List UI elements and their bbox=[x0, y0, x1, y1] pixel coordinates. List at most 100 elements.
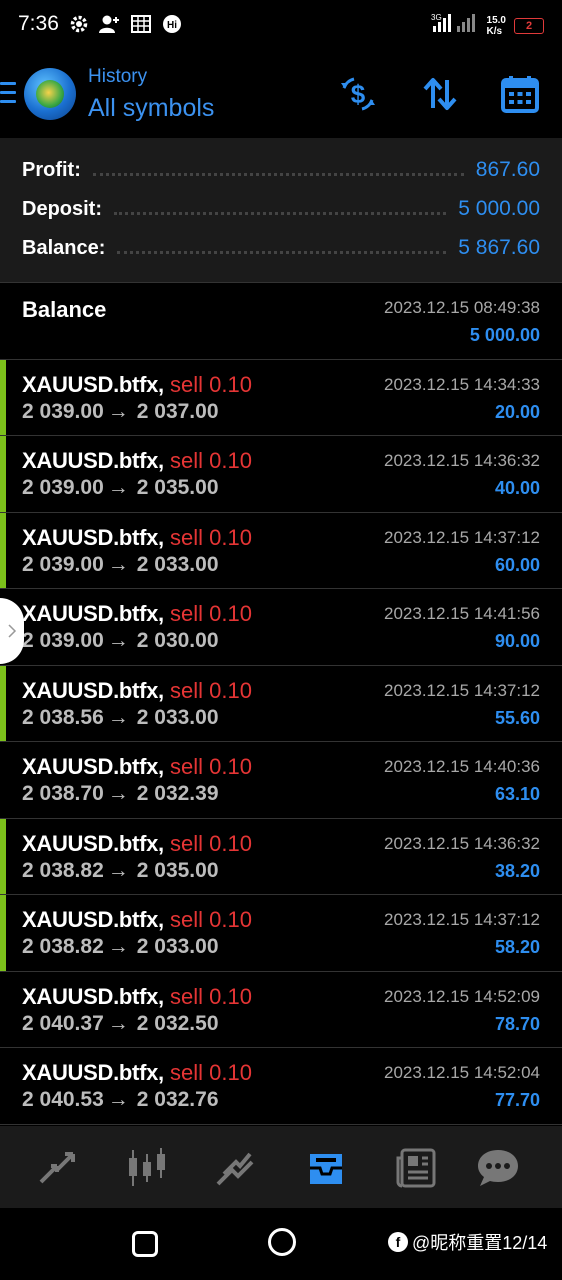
deposit-label: Deposit: bbox=[22, 197, 102, 220]
profit-value: 867.60 bbox=[475, 158, 540, 181]
header-title[interactable]: All symbols bbox=[88, 94, 214, 123]
deposit-row: Deposit: 5 000.00 bbox=[22, 194, 540, 224]
trade-open-price: 2 039.00 bbox=[22, 476, 104, 499]
trade-datetime: 2023.12.15 14:52:04 bbox=[384, 1063, 540, 1082]
chart-icon[interactable] bbox=[125, 1146, 169, 1190]
add-user-icon bbox=[99, 13, 121, 35]
trade-profit: 20.00 bbox=[494, 401, 540, 422]
trade-side-volume: sell 0.10 bbox=[169, 983, 252, 1009]
trade-close-price: 2 035.00 bbox=[136, 858, 219, 882]
home-button[interactable] bbox=[268, 1228, 296, 1256]
status-bar: 7:36 Hi 3G 15.0 K/s 2 bbox=[0, 0, 562, 52]
news-icon[interactable] bbox=[394, 1146, 438, 1190]
trade-close-price: 2 030.00 bbox=[136, 629, 219, 652]
trade-datetime: 2023.12.15 14:37:12 bbox=[384, 527, 540, 547]
status-time: 7:36 bbox=[18, 12, 59, 35]
trade-icon[interactable] bbox=[214, 1146, 258, 1190]
trade-datetime: 2023.12.15 14:37:12 bbox=[384, 680, 540, 700]
trade-side-volume: sell 0.10 bbox=[169, 371, 252, 397]
social-logo-icon: f bbox=[388, 1232, 408, 1252]
trade-open-price: 2 038.70 bbox=[22, 782, 104, 805]
profit-accent-bar bbox=[0, 895, 6, 971]
history-list: Balance 2023.12.15 08:49:38 5 000.00 XAU… bbox=[0, 283, 562, 1125]
balance-label: Balance: bbox=[22, 236, 106, 259]
trade-open-price: 2 040.53 bbox=[22, 1088, 104, 1111]
arrow-icon: → bbox=[107, 935, 129, 958]
settings-gear-icon bbox=[68, 13, 90, 35]
trade-open-price: 2 039.00 bbox=[22, 629, 104, 652]
header-subtitle: History bbox=[88, 66, 148, 87]
trade-close-price: 2 032.39 bbox=[136, 782, 219, 805]
trade-datetime: 2023.12.15 14:34:33 bbox=[384, 374, 540, 394]
arrow-icon: → bbox=[107, 705, 129, 729]
currency-filter-icon[interactable]: $ bbox=[338, 74, 378, 114]
chevron-right-icon bbox=[8, 624, 17, 638]
trade-symbol: XAUUSD.btfx, bbox=[22, 371, 164, 397]
trade-profit: 63.10 bbox=[494, 784, 540, 804]
svg-text:Hi: Hi bbox=[167, 20, 177, 31]
menu-icon[interactable] bbox=[0, 82, 16, 104]
profit-row: Profit: 867.60 bbox=[22, 155, 540, 185]
trade-row[interactable]: XAUUSD.btfx, sell 0.10 2 039.00 → 2 037.00 2… bbox=[0, 359, 562, 436]
signal-icon: 3G bbox=[431, 12, 479, 39]
trade-datetime: 2023.12.15 14:36:32 bbox=[384, 451, 540, 470]
svg-text:3G: 3G bbox=[431, 13, 442, 22]
quotes-icon[interactable] bbox=[35, 1146, 79, 1190]
trade-row[interactable]: XAUUSD.btfx, sell 0.10 2 039.00 → 2 030.00 2… bbox=[0, 589, 562, 666]
trade-row[interactable]: XAUUSD.btfx, sell 0.10 2 040.53 → 2 032.76 2… bbox=[0, 1048, 562, 1125]
trade-row[interactable]: XAUUSD.btfx, sell 0.10 2 039.00 → 2 035.00 2… bbox=[0, 436, 562, 513]
hi-app-icon: Hi bbox=[161, 13, 183, 35]
trade-open-price: 2 038.82 bbox=[22, 935, 104, 958]
trade-side-volume: sell 0.10 bbox=[169, 907, 252, 932]
trade-profit: 58.20 bbox=[494, 937, 540, 957]
trade-open-price: 2 039.00 bbox=[22, 552, 104, 576]
recent-apps-button[interactable] bbox=[132, 1231, 158, 1257]
profit-accent-bar bbox=[0, 512, 6, 588]
arrow-icon: → bbox=[107, 1011, 129, 1035]
trade-datetime: 2023.12.15 14:52:09 bbox=[384, 986, 540, 1006]
trade-profit: 77.70 bbox=[494, 1090, 540, 1110]
trade-symbol: XAUUSD.btfx, bbox=[22, 1060, 164, 1085]
trade-profit: 90.00 bbox=[494, 631, 540, 651]
history-icon[interactable] bbox=[304, 1146, 348, 1190]
bottom-tab-bar bbox=[0, 1126, 562, 1208]
balance-entry[interactable]: Balance 2023.12.15 08:49:38 5 000.00 bbox=[0, 283, 562, 360]
balance-value: 5 867.60 bbox=[458, 236, 540, 259]
trade-profit: 38.20 bbox=[494, 860, 540, 881]
balance-entry-amount: 5 000.00 bbox=[469, 325, 540, 345]
trade-datetime: 2023.12.15 14:36:32 bbox=[384, 833, 540, 853]
arrow-icon: → bbox=[107, 629, 129, 652]
trade-row[interactable]: XAUUSD.btfx, sell 0.10 2 038.70 → 2 032.39 2… bbox=[0, 742, 562, 819]
profit-accent-bar bbox=[0, 665, 6, 741]
watermark: f @昵称重置12/14 bbox=[388, 1229, 547, 1255]
trade-side-volume: sell 0.10 bbox=[169, 754, 252, 779]
trade-open-price: 2 039.00 bbox=[22, 399, 104, 423]
trade-row[interactable]: XAUUSD.btfx, sell 0.10 2 038.82 → 2 035.00 2… bbox=[0, 818, 562, 895]
trade-profit: 60.00 bbox=[494, 554, 540, 575]
sort-icon[interactable] bbox=[420, 74, 460, 114]
trade-close-price: 2 035.00 bbox=[136, 476, 219, 499]
trade-close-price: 2 033.00 bbox=[136, 552, 219, 576]
trade-open-price: 2 038.82 bbox=[22, 858, 104, 882]
network-speed: 15.0 K/s bbox=[486, 14, 506, 37]
trade-side-volume: sell 0.10 bbox=[169, 830, 252, 856]
trade-profit: 55.60 bbox=[494, 707, 540, 728]
trade-row[interactable]: XAUUSD.btfx, sell 0.10 2 040.37 → 2 032.50 2… bbox=[0, 972, 562, 1048]
system-nav-bar: f @昵称重置12/14 bbox=[0, 1208, 562, 1280]
trade-symbol: XAUUSD.btfx, bbox=[22, 524, 164, 550]
trade-side-volume: sell 0.10 bbox=[169, 524, 252, 550]
profit-label: Profit: bbox=[22, 158, 81, 181]
trade-row[interactable]: XAUUSD.btfx, sell 0.10 2 038.82 → 2 033.00 2… bbox=[0, 895, 562, 972]
watermark-text: @昵称重置12/14 bbox=[412, 1233, 548, 1253]
trade-datetime: 2023.12.15 14:37:12 bbox=[384, 910, 540, 929]
calendar-icon[interactable] bbox=[500, 74, 540, 114]
trade-row[interactable]: XAUUSD.btfx, sell 0.10 2 039.00 → 2 033.00 2… bbox=[0, 512, 562, 589]
arrow-icon: → bbox=[107, 858, 129, 882]
messages-icon[interactable] bbox=[476, 1146, 520, 1190]
trade-symbol: XAUUSD.btfx, bbox=[22, 754, 164, 779]
trade-row[interactable]: XAUUSD.btfx, sell 0.10 2 038.56 → 2 033.00 2… bbox=[0, 665, 562, 742]
profit-accent-bar bbox=[0, 436, 6, 512]
trade-symbol: XAUUSD.btfx, bbox=[22, 830, 164, 856]
trade-close-price: 2 033.00 bbox=[136, 705, 219, 729]
trade-profit: 40.00 bbox=[494, 478, 540, 498]
